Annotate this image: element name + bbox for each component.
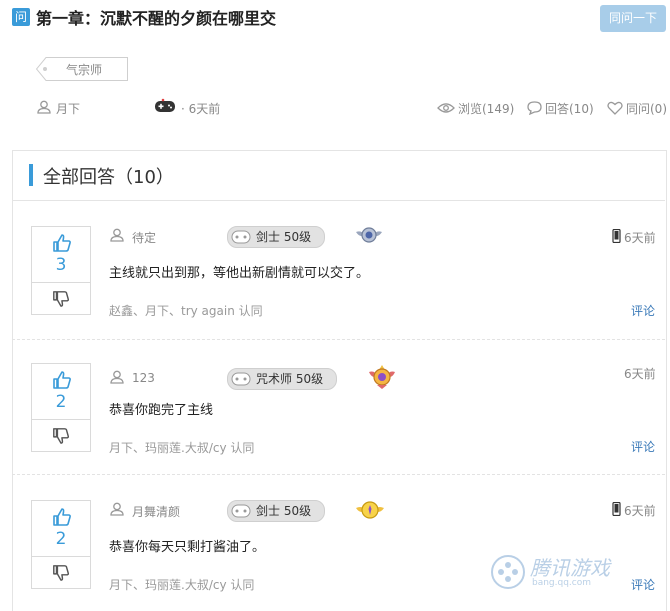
answer-content: 恭喜你每天只剩打酱油了。 [109, 540, 266, 555]
user-icon [110, 370, 124, 384]
answer-count[interactable]: 回答(10) [545, 100, 594, 117]
thumbs-up-icon [53, 508, 71, 526]
rank-medal-icon [356, 501, 384, 519]
comment-bubble-icon [527, 101, 542, 115]
user-icon [37, 100, 51, 114]
rank-medal-icon [356, 227, 382, 243]
answer-divider [12, 474, 665, 475]
question-time-text: 6天前 [188, 102, 221, 116]
upvote-button[interactable]: 2 [32, 501, 90, 557]
level-text: 咒术师 50级 [256, 372, 324, 386]
answer-divider [12, 339, 665, 340]
answer-content: 主线就只出到那，等他出新剧情就可以交了。 [109, 266, 370, 281]
downvote-button[interactable] [32, 420, 90, 451]
question-badge: 问 [12, 8, 30, 26]
eye-icon [437, 103, 455, 113]
answers-panel-title: 全部回答（10） [43, 167, 174, 188]
thumbs-up-icon [53, 234, 71, 252]
downvote-button[interactable] [32, 557, 90, 588]
same-question-button[interactable]: 同问一下 [600, 5, 666, 32]
gamepad-icon [231, 230, 251, 244]
vote-box: 2 [31, 363, 91, 452]
phone-icon [612, 229, 621, 243]
gamepad-icon [231, 372, 251, 386]
watermark-subtext: bang.qq.com [532, 578, 592, 588]
comment-link[interactable]: 评论 [631, 438, 655, 455]
question-tag[interactable]: 气宗师 [36, 57, 128, 81]
answer-time: 6天前 [624, 367, 656, 381]
rank-medal-icon [369, 365, 395, 389]
question-title: 第一章：沉默不醒的夕颜在哪里交 [36, 9, 277, 28]
question-time: · 6天前 [181, 102, 221, 116]
comment-link[interactable]: 评论 [631, 302, 655, 319]
view-count: 浏览(149) [458, 102, 515, 116]
watermark-text: 腾讯游戏 [530, 556, 610, 580]
answer-likers[interactable]: 月下、玛丽莲.大叔/cy 认同 [109, 439, 254, 456]
answer-likers[interactable]: 月下、玛丽莲.大叔/cy 认同 [109, 576, 254, 593]
level-text: 剑士 50级 [256, 230, 312, 244]
vote-count: 2 [55, 392, 67, 412]
vote-count: 2 [55, 529, 67, 549]
gamepad-icon [155, 98, 175, 112]
thumbs-down-icon [53, 565, 70, 581]
level-badge: 咒术师 50级 [227, 368, 337, 390]
heart-icon [607, 101, 623, 115]
gamepad-icon [231, 504, 251, 518]
thumbs-down-icon [53, 428, 70, 444]
downvote-button[interactable] [32, 283, 90, 314]
user-icon [110, 502, 124, 516]
question-author[interactable]: 月下 [56, 100, 80, 117]
vote-box: 2 [31, 500, 91, 589]
same-question-count[interactable]: 同问(0) [626, 100, 667, 117]
answer-likers[interactable]: 赵鑫、月下、try again 认同 [109, 302, 263, 319]
level-text: 剑士 50级 [256, 504, 312, 518]
phone-icon [612, 502, 621, 516]
answer-username[interactable]: 123 [132, 371, 155, 385]
thumbs-up-icon [53, 371, 71, 389]
answer-username[interactable]: 月舞清颜 [132, 503, 180, 520]
tag-label: 气宗师 [66, 63, 103, 77]
answer-time: 6天前 [624, 231, 656, 245]
upvote-button[interactable]: 2 [32, 364, 90, 420]
answer-content: 恭喜你跑完了主线 [109, 403, 214, 418]
user-icon [110, 228, 124, 242]
vote-box: 3 [31, 226, 91, 315]
watermark-logo: 腾讯游戏 bang.qq.com [490, 550, 670, 595]
thumbs-down-icon [53, 291, 70, 307]
level-badge: 剑士 50级 [227, 226, 325, 248]
level-badge: 剑士 50级 [227, 500, 325, 522]
upvote-button[interactable]: 3 [32, 227, 90, 283]
vote-count: 3 [55, 255, 67, 275]
watermark-gamepad-icon [491, 555, 525, 589]
answer-time: 6天前 [624, 504, 656, 518]
panel-accent-bar [29, 164, 33, 186]
answer-username[interactable]: 待定 [132, 229, 156, 246]
